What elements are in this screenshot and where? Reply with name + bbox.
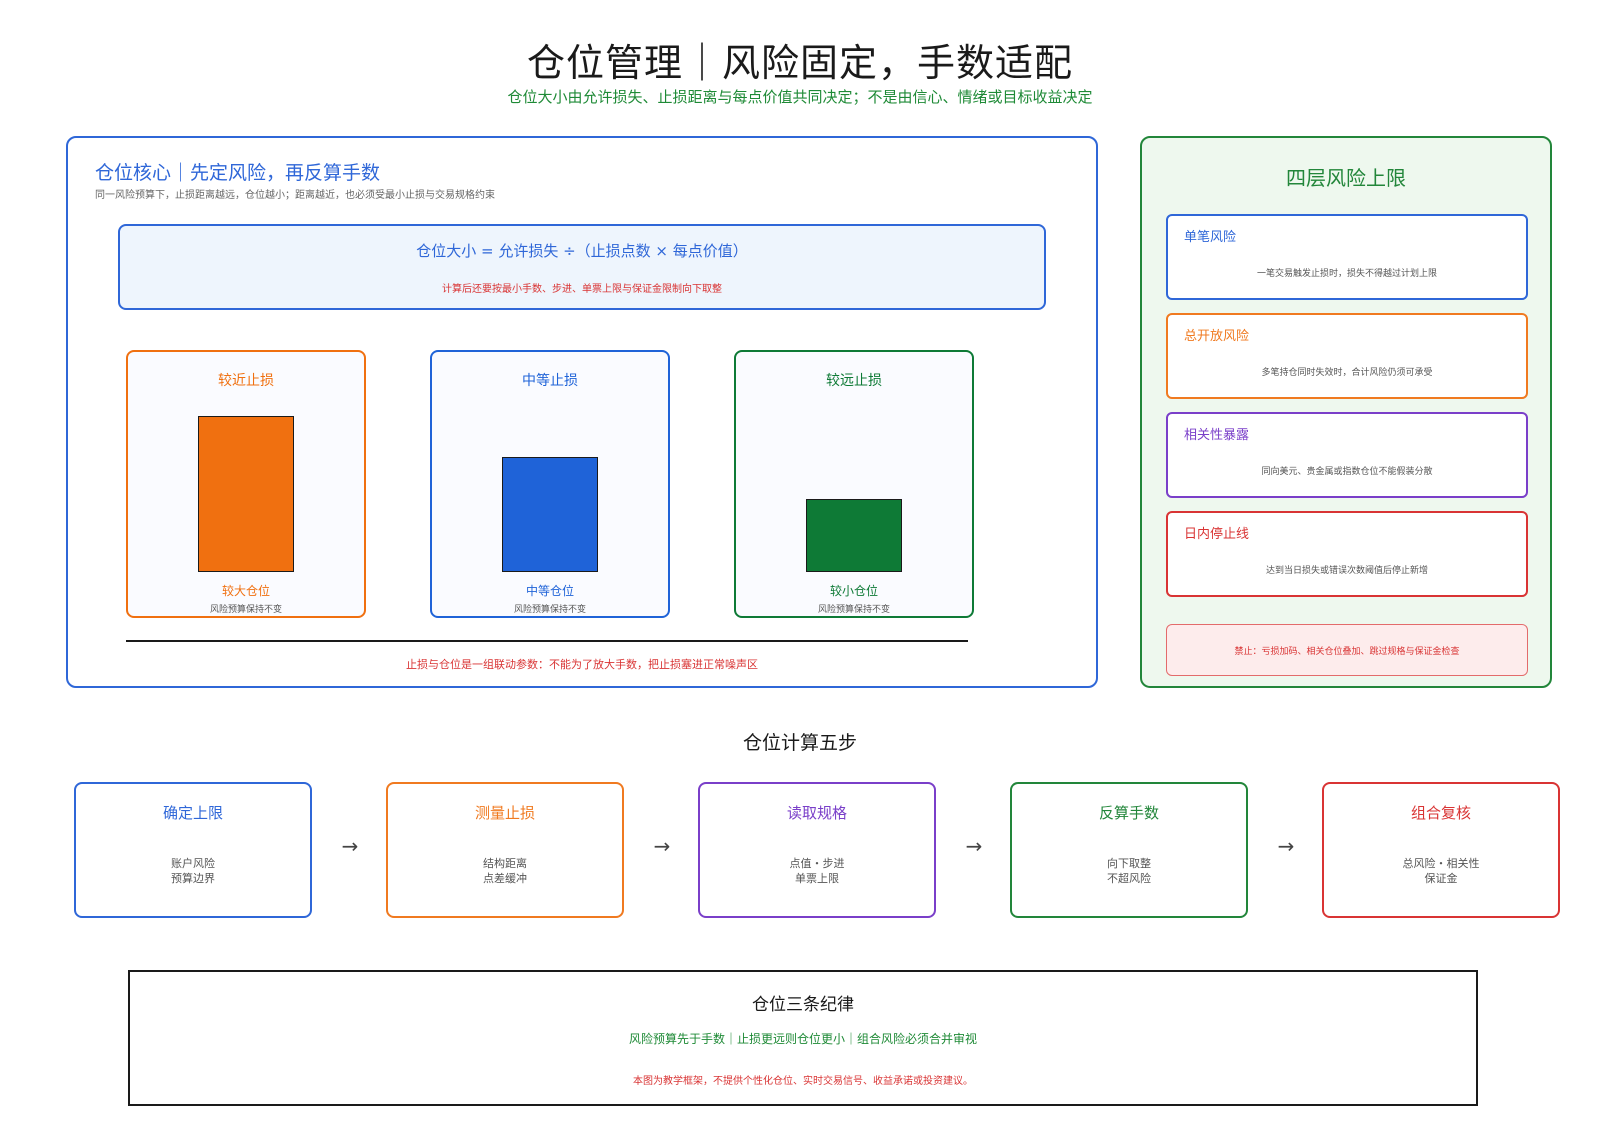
step-desc-line1: 向下取整 <box>1107 857 1151 870</box>
arrow-icon: → <box>965 834 983 858</box>
stop-card-title: 中等止损 <box>522 373 578 389</box>
risk-limit-description: 同向美元、贵金属或指数仓位不能假装分散 <box>1261 467 1433 477</box>
page-title: 仓位管理｜风险固定，手数适配 <box>526 41 1073 85</box>
arrow-icon: → <box>653 834 671 858</box>
step-title: 确定上限 <box>162 804 223 822</box>
risk-budget-note: 风险预算保持不变 <box>209 605 282 615</box>
core-description: 同一风险预算下，止损距离越远，仓位越小；距离越近，也必须受最小止损与交易规格约束 <box>95 190 495 201</box>
risk-limit-description: 达到当日损失或错误次数阈值后停止新增 <box>1265 566 1428 576</box>
step-desc-line2: 点差缓冲 <box>483 872 527 885</box>
position-size-label: 中等仓位 <box>525 584 574 598</box>
core-title: 仓位核心｜先定风险，再反算手数 <box>95 162 381 184</box>
step-title: 反算手数 <box>1098 804 1159 822</box>
discipline-rules: 风险预算先于手数｜止损更远则仓位更小｜组合风险必须合并审视 <box>628 1032 977 1046</box>
steps-title: 仓位计算五步 <box>742 732 857 754</box>
page-subtitle: 仓位大小由允许损失、止损距离与每点价值共同决定；不是由信心、情绪或目标收益决定 <box>507 88 1093 106</box>
step-title: 读取规格 <box>786 804 847 822</box>
risk-limit-description: 一笔交易触发止损时，损失不得越过计划上限 <box>1256 269 1437 279</box>
step-desc-line1: 点值・步进 <box>789 857 845 870</box>
position-size-label: 较小仓位 <box>829 584 878 598</box>
arrow-icon: → <box>341 834 359 858</box>
risk-limit-name: 日内停止线 <box>1184 527 1250 542</box>
disclaimer-note: 本图为教学框架，不提供个性化仓位、实时交易信号、收益承诺或投资建议。 <box>633 1076 973 1087</box>
stop-card <box>734 350 974 618</box>
core-footnote: 止损与仓位是一组联动参数：不能为了放大手数，把止损塞进正常噪声区 <box>406 658 758 671</box>
step-desc-line2: 单票上限 <box>795 872 839 885</box>
risk-limit-name: 相关性暴露 <box>1184 428 1250 443</box>
risk-limits-title: 四层风险上限 <box>1286 166 1406 190</box>
risk-limit-name: 单笔风险 <box>1184 230 1237 245</box>
formula-note: 计算后还要按最小手数、步进、单票上限与保证金限制向下取整 <box>442 284 722 295</box>
step-desc-line1: 总风险・相关性 <box>1402 857 1480 870</box>
position-size-bar <box>502 457 598 572</box>
position-size-bar <box>198 416 294 572</box>
divider-line <box>126 640 968 642</box>
step-desc-line2: 预算边界 <box>171 872 215 885</box>
position-size-label: 较大仓位 <box>221 584 270 598</box>
step-desc-line1: 账户风险 <box>171 857 215 870</box>
step-desc-line2: 保证金 <box>1424 872 1458 885</box>
discipline-title: 仓位三条纪律 <box>752 995 854 1015</box>
risk-limit-description: 多笔持仓同时失效时，合计风险仍须可承受 <box>1261 368 1433 378</box>
formula-text: 仓位大小 = 允许损失 ÷（止损点数 × 每点价值） <box>416 242 748 260</box>
formula-box <box>118 224 1046 310</box>
stop-card-title: 较远止损 <box>826 373 882 389</box>
risk-budget-note: 风险预算保持不变 <box>513 605 586 615</box>
step-desc-line2: 不超风险 <box>1107 872 1151 885</box>
forbidden-text: 禁止：亏损加码、相关仓位叠加、跳过规格与保证金检查 <box>1234 647 1460 657</box>
arrow-icon: → <box>1277 834 1295 858</box>
risk-budget-note: 风险预算保持不变 <box>817 605 890 615</box>
step-title: 组合复核 <box>1410 804 1471 822</box>
step-title: 测量止损 <box>474 804 535 822</box>
step-desc-line1: 结构距离 <box>483 857 527 870</box>
stop-card-title: 较近止损 <box>218 373 274 389</box>
position-size-bar <box>806 499 902 572</box>
risk-limit-name: 总开放风险 <box>1184 329 1250 344</box>
